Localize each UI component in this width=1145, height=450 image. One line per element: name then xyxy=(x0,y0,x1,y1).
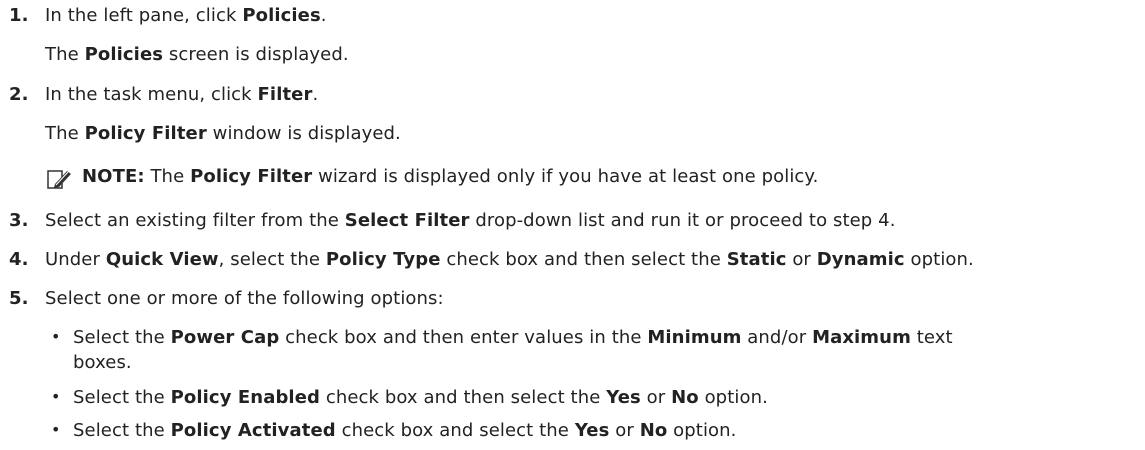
note-icon xyxy=(47,168,73,190)
step-number: 5. xyxy=(9,288,29,309)
step-result-text: The Policies screen is displayed. xyxy=(45,44,349,65)
step-text: In the left pane, click Policies. xyxy=(45,5,327,26)
bullet-text: Select the Policy Enabled check box and … xyxy=(73,387,768,408)
bullet-mark: • xyxy=(51,420,61,439)
step-result-text: The Policy Filter window is displayed. xyxy=(45,123,401,144)
step-text: Select an existing filter from the Selec… xyxy=(45,210,896,231)
bullet-text-continued: boxes. xyxy=(73,352,132,373)
bullet-text: Select the Power Cap check box and then … xyxy=(73,327,953,348)
bullet-mark: • xyxy=(51,327,61,346)
step-number: 3. xyxy=(9,210,29,231)
step-number: 4. xyxy=(9,249,29,270)
bullet-text: Select the Policy Activated check box an… xyxy=(73,420,737,441)
step-number: 1. xyxy=(9,5,29,26)
step-text: In the task menu, click Filter. xyxy=(45,84,319,105)
step-text: Select one or more of the following opti… xyxy=(45,288,444,309)
step-number: 2. xyxy=(9,84,29,105)
document-page: { "steps": [ {"n": "1.", "parts": ["In t… xyxy=(0,0,1145,450)
note-label: NOTE: xyxy=(82,166,145,187)
bullet-mark: • xyxy=(51,387,61,406)
note-text: NOTE: The Policy Filter wizard is displa… xyxy=(82,166,819,187)
step-text: Under Quick View, select the Policy Type… xyxy=(45,249,974,270)
